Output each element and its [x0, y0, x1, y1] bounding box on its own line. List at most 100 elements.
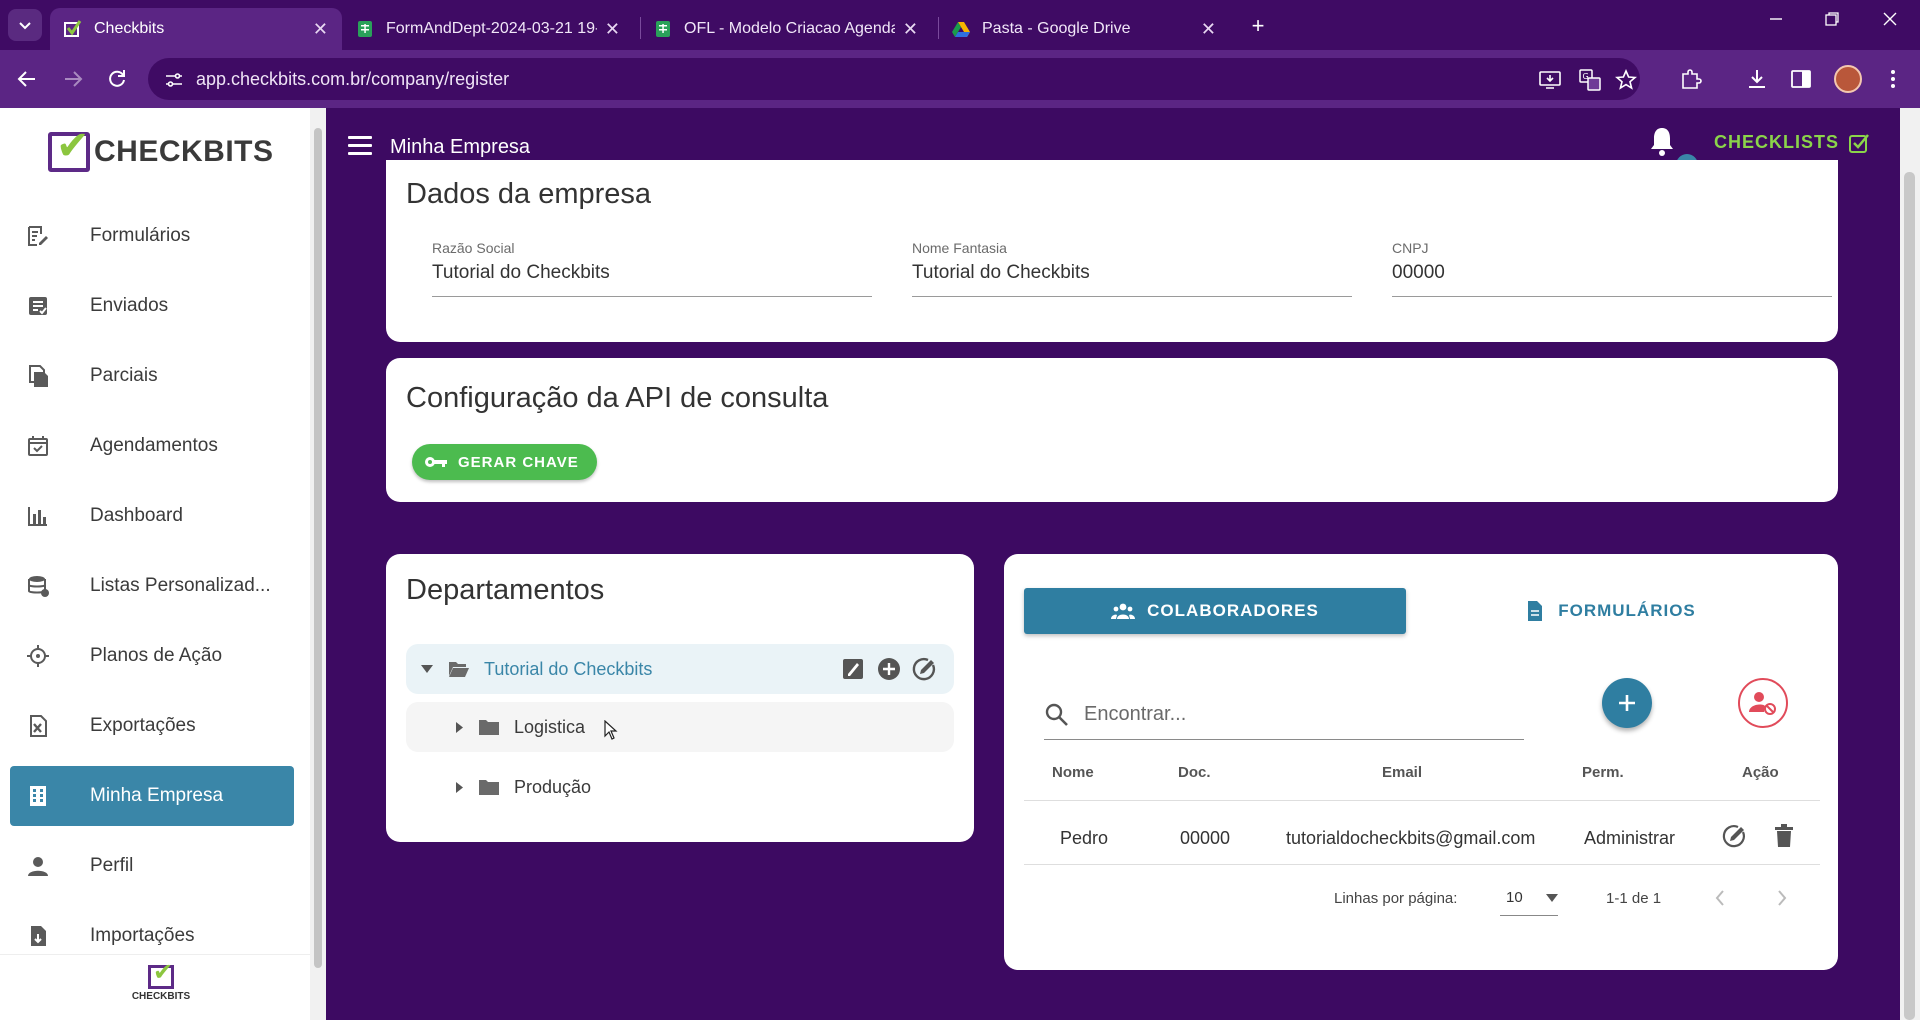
main-scrollbar[interactable]	[1900, 108, 1920, 1020]
column-header-doc[interactable]: Doc.	[1178, 764, 1211, 781]
arrow-left-icon	[17, 71, 35, 87]
checkbox-checked-icon	[1849, 133, 1869, 153]
nome-fantasia-field[interactable]: Nome Fantasia Tutorial do Checkbits	[912, 240, 1352, 297]
delete-user-icon[interactable]	[1770, 822, 1798, 850]
rows-per-page-value: 10	[1506, 889, 1523, 906]
form-edit-icon	[24, 222, 52, 250]
checklists-label: CHECKLISTS	[1714, 132, 1840, 152]
tab-label: FORMULÁRIOS	[1558, 601, 1696, 620]
browser-tab-checkbits[interactable]: Checkbits ✕	[50, 8, 342, 50]
logo-text: CHECKBITS	[94, 135, 274, 168]
restore-button[interactable]	[1812, 10, 1852, 31]
browser-tab-drive[interactable]: Pasta - Google Drive ✕	[938, 8, 1230, 50]
edit-user-icon[interactable]	[1720, 822, 1748, 850]
sidebar-item-formularios[interactable]: Formulários	[10, 206, 294, 266]
install-app-icon[interactable]	[1538, 68, 1562, 92]
sidebar-item-minha-empresa[interactable]: Minha Empresa	[10, 766, 294, 826]
browser-menu-icon[interactable]	[1880, 66, 1906, 92]
pagination-range: 1-1 de 1	[1606, 890, 1662, 907]
caret-down-icon[interactable]	[420, 662, 434, 676]
sidebar-item-exportacoes[interactable]: Exportações	[10, 696, 294, 756]
translate-icon[interactable]: G	[1578, 68, 1602, 92]
field-value[interactable]: Tutorial do Checkbits	[432, 262, 872, 297]
extensions-icon[interactable]	[1678, 66, 1704, 92]
reload-button[interactable]	[102, 64, 132, 94]
minimize-button[interactable]	[1756, 10, 1796, 31]
forward-button[interactable]	[58, 64, 88, 94]
previous-page-button[interactable]	[1706, 884, 1734, 912]
tab-title: Checkbits	[94, 20, 165, 37]
blocked-users-button[interactable]	[1738, 678, 1788, 728]
add-circle-icon[interactable]	[876, 656, 902, 682]
tab-formularios[interactable]: FORMULÁRIOS	[1418, 588, 1800, 634]
sidebar-item-dashboard[interactable]: Dashboard	[10, 486, 294, 546]
back-button[interactable]	[12, 64, 42, 94]
close-icon[interactable]: ✕	[313, 19, 328, 40]
scrollbar-thumb[interactable]	[314, 128, 322, 968]
search-field[interactable]	[1044, 690, 1524, 740]
tab-label: COLABORADORES	[1147, 601, 1319, 620]
next-page-button[interactable]	[1768, 884, 1796, 912]
sidebar-item-label: Exportações	[90, 715, 196, 736]
tree-node-logistica[interactable]: Logistica	[406, 702, 954, 752]
caret-right-icon[interactable]	[452, 720, 466, 734]
downloads-icon[interactable]	[1744, 66, 1770, 92]
close-icon[interactable]: ✕	[1201, 19, 1216, 40]
company-data-title: Dados da empresa	[406, 178, 652, 210]
scrollbar-thumb[interactable]	[1904, 172, 1915, 1020]
rows-per-page-select[interactable]: 10	[1500, 880, 1558, 916]
address-bar[interactable]: app.checkbits.com.br/company/register G	[148, 58, 1640, 100]
tab-colaboradores[interactable]: COLABORADORES	[1024, 588, 1406, 634]
browser-tab-formanddept[interactable]: FormAndDept-2024-03-21 19-0 ✕	[342, 8, 634, 50]
column-header-perm[interactable]: Perm.	[1582, 764, 1624, 781]
checkbits-logo[interactable]: ✔ CHECKBITS	[48, 126, 274, 172]
generate-key-button[interactable]: GERAR CHAVE	[412, 444, 597, 480]
api-config-card: Configuração da API de consulta GERAR CH…	[386, 358, 1838, 502]
excel-export-icon	[24, 712, 52, 740]
rename-icon[interactable]	[840, 656, 866, 682]
sidebar-item-label: Enviados	[90, 295, 169, 316]
sidebar-item-parciais[interactable]: Parciais	[10, 346, 294, 406]
window-close-button[interactable]	[1870, 10, 1910, 31]
close-icon[interactable]: ✕	[605, 19, 620, 40]
close-icon[interactable]: ✕	[903, 19, 918, 40]
url-text[interactable]: app.checkbits.com.br/company/register	[196, 69, 509, 90]
sidebar-scrollbar[interactable]	[310, 108, 326, 1020]
crosshair-icon	[24, 642, 52, 670]
side-panel-icon[interactable]	[1788, 66, 1814, 92]
sidebar-item-perfil[interactable]: Perfil	[10, 836, 294, 896]
field-value[interactable]: 00000	[1392, 262, 1832, 297]
edit-circle-icon[interactable]	[911, 656, 937, 682]
field-value[interactable]: Tutorial do Checkbits	[912, 262, 1352, 297]
sidebar-item-label: Parciais	[90, 365, 158, 386]
search-input[interactable]	[1084, 703, 1504, 726]
column-header-email[interactable]: Email	[1382, 764, 1422, 781]
bookmark-star-icon[interactable]	[1614, 68, 1638, 92]
sidebar-item-label: Planos de Ação	[90, 645, 223, 666]
caret-right-icon[interactable]	[452, 780, 466, 794]
notifications-bell-icon[interactable]	[1648, 126, 1678, 158]
menu-toggle-icon[interactable]	[348, 136, 372, 156]
razao-social-field[interactable]: Razão Social Tutorial do Checkbits	[432, 240, 872, 297]
tree-node-producao[interactable]: Produção	[406, 762, 954, 812]
checklists-link[interactable]: CHECKLISTS	[1714, 132, 1869, 153]
sidebar-item-enviados[interactable]: Enviados	[10, 276, 294, 336]
search-icon	[1045, 703, 1068, 726]
bar-chart-icon	[24, 502, 52, 530]
column-header-nome[interactable]: Nome	[1052, 764, 1094, 781]
key-icon	[425, 457, 447, 467]
document-icon	[1528, 601, 1543, 621]
tree-node-root[interactable]: Tutorial do Checkbits	[406, 644, 954, 694]
browser-tab-ofl[interactable]: OFL - Modelo Criacao Agendam ✕	[640, 8, 932, 50]
new-tab-button[interactable]: +	[1244, 12, 1272, 40]
mouse-cursor-icon	[604, 720, 618, 740]
add-user-button[interactable]	[1602, 678, 1652, 728]
tab-search-button[interactable]	[8, 9, 42, 41]
site-info-icon[interactable]	[162, 68, 186, 92]
sidebar-item-agendamentos[interactable]: Agendamentos	[10, 416, 294, 476]
sidebar-item-planos[interactable]: Planos de Ação	[10, 626, 294, 686]
sidebar-item-listas[interactable]: Listas Personalizad...	[10, 556, 294, 616]
cnpj-field[interactable]: CNPJ 00000	[1392, 240, 1832, 297]
profile-avatar[interactable]	[1834, 65, 1862, 93]
field-label: Nome Fantasia	[912, 240, 1007, 256]
